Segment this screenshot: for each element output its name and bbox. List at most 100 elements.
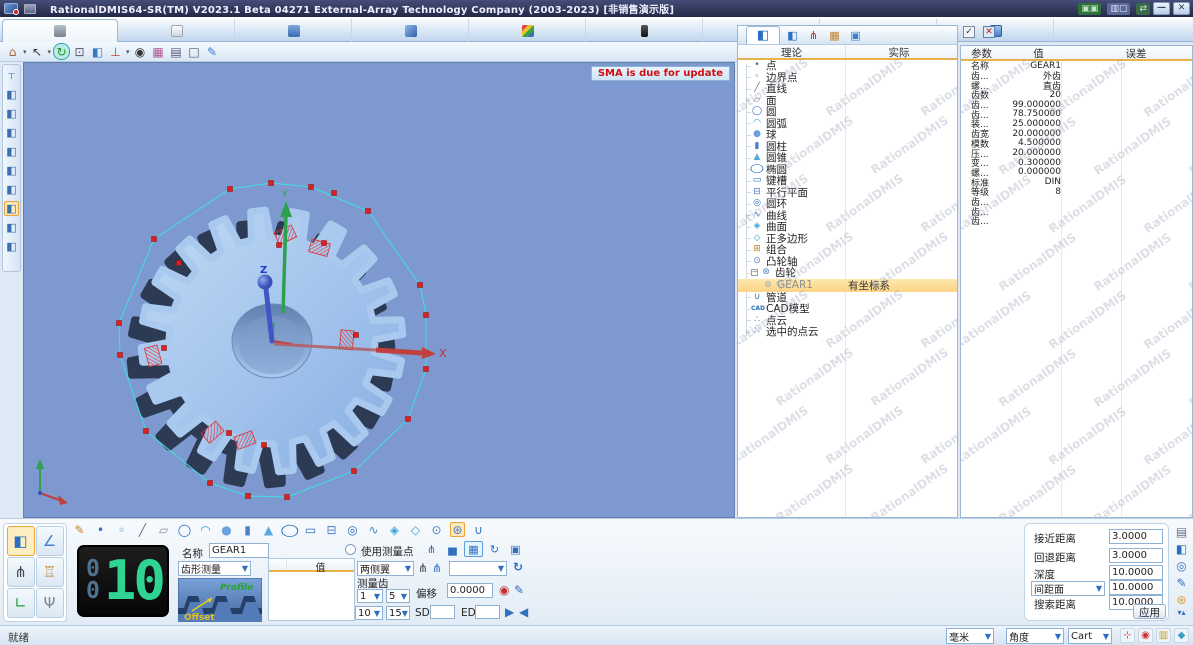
cube-probe-icon[interactable]: ◧ [1176, 542, 1187, 556]
side-tool-rotate-cube[interactable]: ◧ [4, 220, 19, 235]
tab-features-small[interactable]: ◧ [784, 27, 801, 43]
side-tool-drag-cube[interactable]: ◧ [4, 239, 19, 254]
expander-icon[interactable]: − [751, 269, 758, 277]
probe-ball-icon[interactable]: ◉ [1138, 628, 1153, 643]
refresh-icon[interactable]: ↻ [53, 43, 71, 60]
feature-cone-icon[interactable]: ▲ [261, 522, 276, 537]
cursor-icon-dropdown-caret[interactable]: ▾ [48, 48, 52, 56]
feature-line-icon[interactable]: ╱ [135, 522, 150, 537]
feature-polygon-icon[interactable]: ◇ [408, 522, 423, 537]
log-book-icon[interactable]: ▥ [1156, 628, 1171, 643]
spacing-plane-select[interactable]: 间距面 ▼ [1031, 581, 1105, 596]
probe-dir1-icon[interactable]: ⋔ [418, 562, 428, 574]
tab-table-view[interactable]: ▦ [464, 541, 483, 557]
field-input-深度[interactable] [1109, 565, 1163, 580]
coord-select[interactable]: Cart ▼ [1068, 628, 1112, 644]
3d-gear-canvas[interactable]: X Y Z [24, 63, 734, 517]
sd-input[interactable] [430, 605, 455, 619]
feature-ring-icon[interactable]: ◎ [345, 522, 360, 537]
brush-icon[interactable]: ✎ [204, 43, 221, 60]
measure-type-select[interactable]: 齿形测量 ▼ [178, 561, 251, 576]
3d-viewport[interactable]: X Y Z SMA is due for update [23, 62, 735, 518]
screen-layout-icon[interactable]: ▥▢ [1107, 2, 1131, 15]
side-tool-probe-cube2[interactable]: ◧ [4, 182, 19, 197]
settings-gear-icon[interactable]: ⊛ [1176, 593, 1186, 607]
param-row[interactable]: 齿... [961, 216, 1192, 227]
feature-sphere-icon[interactable]: ● [219, 522, 234, 537]
tolerance-mode-button[interactable]: ♖ [35, 557, 64, 587]
ed-input[interactable] [475, 605, 500, 619]
window-menu-icon[interactable] [24, 3, 36, 14]
magnifier-icon[interactable]: ◎ [1176, 559, 1186, 573]
feature-cylinder-icon[interactable]: ▮ [240, 522, 255, 537]
side-tool-pin-icon[interactable]: ⊥ [4, 68, 19, 83]
offset-input[interactable] [447, 583, 493, 598]
feature-plane-icon[interactable]: ▱ [156, 522, 171, 537]
feature-arc-icon[interactable]: ◠ [198, 522, 213, 537]
connection-icon[interactable]: ⇄ [1136, 2, 1150, 15]
zoom-select-icon[interactable]: ⊡ [71, 43, 88, 60]
use-measure-points-checkbox[interactable] [345, 544, 356, 555]
tooth-from2-select[interactable]: 10 ▼ [355, 606, 383, 620]
device-status-icon[interactable]: ▣▣ [1078, 2, 1102, 15]
collapse-chevrons-icon[interactable]: ▾▴ [1177, 608, 1185, 617]
tab-tolerance[interactable]: ▦ [826, 27, 843, 43]
feature-surface-icon[interactable]: ◈ [387, 522, 402, 537]
tooth-to2-select[interactable]: 15 ▼ [386, 606, 410, 620]
ribbon-tab-render-diamond[interactable] [470, 19, 586, 42]
tab-report[interactable]: ▣ [847, 27, 864, 43]
tooth-from-select[interactable]: 1 ▼ [357, 589, 383, 603]
coordinate-system-icon[interactable]: ⊹ [1120, 628, 1135, 643]
side-tool-measure-cube-active[interactable]: ◧ [4, 201, 19, 216]
side-tool-select-off-cube[interactable]: ◧ [4, 87, 19, 102]
datum-select[interactable]: ▼ [449, 561, 507, 576]
ribbon-tab-hand-measure[interactable] [2, 19, 118, 42]
shaded-cube-icon[interactable]: ◧ [89, 43, 106, 60]
feature-parallel-planes-icon[interactable]: ⊟ [324, 522, 339, 537]
play-forward-icon[interactable]: ▶ [505, 606, 514, 618]
minimize-button[interactable]: — [1153, 2, 1170, 15]
panel-close-icon[interactable]: ✕ [983, 26, 995, 38]
feature-circle-icon[interactable]: ◯ [177, 522, 192, 537]
side-tool-select-cube2[interactable]: ◧ [4, 125, 19, 140]
ribbon-tab-document[interactable] [119, 19, 235, 42]
play-back-icon[interactable]: ◀ [519, 606, 528, 618]
unit-select[interactable]: 毫米 ▼ [946, 628, 994, 644]
annotate-icon[interactable]: ▤ [168, 43, 185, 60]
tooth-to-select[interactable]: 5 ▼ [386, 589, 410, 603]
feature-pipe-icon[interactable]: ∪ [471, 522, 486, 537]
box-icon[interactable]: □ [186, 43, 203, 60]
side-tool-select-cube3[interactable]: ◧ [4, 144, 19, 159]
feature-ellipse-icon[interactable]: ◯ [280, 522, 299, 537]
machine-mode-button[interactable]: Ψ [35, 588, 64, 618]
probe-paint-icon[interactable]: ✎ [1176, 576, 1186, 590]
home-icon[interactable]: ⌂ [4, 43, 21, 60]
apply-button[interactable]: 应用 [1133, 604, 1166, 619]
axes-icon[interactable]: ⊥ [107, 43, 124, 60]
auto-update-checkbox[interactable]: ✓ [963, 26, 975, 38]
palette-icon[interactable]: ▦ [150, 43, 167, 60]
flank-mode-select[interactable]: 两侧翼 ▼ [357, 561, 414, 576]
ruler-mode-button[interactable]: ∠ [35, 526, 64, 556]
probe-mode-button[interactable]: ⋔ [6, 557, 35, 587]
tab-graph-view[interactable]: ▅ [443, 541, 462, 557]
probe-dir2-icon[interactable]: ⋔ [432, 562, 442, 574]
field-input-接近距离[interactable] [1109, 529, 1163, 544]
print-icon[interactable]: ▤ [1176, 525, 1187, 539]
axes-mode-button[interactable]: ∟ [6, 588, 35, 618]
close-button[interactable]: ✕ [1173, 2, 1190, 15]
feature-keyway-icon[interactable]: ▭ [303, 522, 318, 537]
feature-camshaft-icon[interactable]: ⊙ [429, 522, 444, 537]
eye-icon[interactable]: ◉ [132, 43, 149, 60]
cursor-icon[interactable]: ↖ [29, 43, 46, 60]
angle-select[interactable]: 角度 ▼ [1006, 628, 1064, 644]
probe-point-icon[interactable]: ◉ [499, 584, 509, 596]
refresh-small-icon[interactable]: ↻ [513, 561, 523, 573]
ribbon-tab-table[interactable] [236, 19, 352, 42]
tab-probes[interactable]: ⋔ [805, 27, 822, 43]
field-input-回退距离[interactable] [1109, 548, 1163, 563]
ribbon-tab-probe-black[interactable] [587, 19, 703, 42]
side-tool-probe-cube[interactable]: ◧ [4, 163, 19, 178]
home-icon-dropdown-caret[interactable]: ▾ [23, 48, 27, 56]
side-tool-select-cube[interactable]: ◧ [4, 106, 19, 121]
